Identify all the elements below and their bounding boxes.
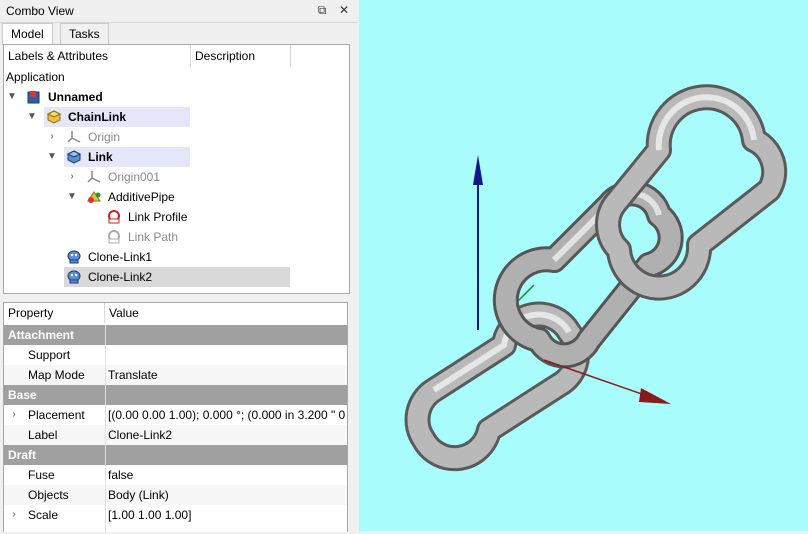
prop-row-objects[interactable]: Objects Body (Link): [4, 485, 347, 505]
x-axis-arrowhead: [639, 388, 671, 404]
sketch-icon: [106, 209, 122, 225]
z-axis-arrowhead: [473, 155, 483, 185]
3d-viewport[interactable]: [359, 0, 808, 531]
tree-header-description[interactable]: Description: [191, 45, 291, 67]
float-dock-button[interactable]: ⧉: [314, 2, 330, 18]
prop-key: Objects: [28, 488, 69, 502]
prop-column-divider: [105, 325, 106, 532]
prop-key: Support: [28, 348, 71, 362]
tree-item-origin001[interactable]: Origin001: [108, 167, 160, 187]
prop-header-property[interactable]: Property: [4, 303, 105, 323]
prop-key: Map Mode: [28, 368, 85, 382]
prop-row-support[interactable]: Support: [4, 345, 347, 365]
prop-row-map-mode[interactable]: Map Mode Translate: [4, 365, 347, 385]
close-dock-button[interactable]: ✕: [336, 2, 352, 18]
prop-header-value[interactable]: Value: [105, 303, 347, 323]
tree-item-clone-link2[interactable]: Clone-Link2: [88, 267, 152, 287]
prop-key: Label: [28, 428, 58, 442]
combo-view-titlebar: Combo View ⧉ ✕: [0, 0, 358, 23]
expand-arrow-scale[interactable]: ›: [8, 505, 20, 525]
tree-item-link[interactable]: Link: [88, 147, 113, 167]
expand-arrow-unnamed[interactable]: ▼: [6, 87, 18, 107]
expand-arrow-origin[interactable]: ›: [46, 127, 58, 147]
expand-arrow-link[interactable]: ▼: [46, 147, 58, 167]
prop-key: Fuse: [28, 468, 55, 482]
prop-value[interactable]: false: [108, 465, 346, 485]
origin-icon: [66, 129, 82, 145]
expand-arrow-origin001[interactable]: ›: [66, 167, 78, 187]
tree-item-additivepipe[interactable]: AdditivePipe: [108, 187, 175, 207]
expand-arrow-additivepipe[interactable]: ▼: [66, 187, 78, 207]
expand-arrow-chainlink[interactable]: ▼: [26, 107, 38, 127]
prop-row-fuse[interactable]: Fuse false: [4, 465, 347, 485]
prop-value[interactable]: Body (Link): [108, 485, 346, 505]
tree-item-origin[interactable]: Origin: [88, 127, 120, 147]
model-tree: Labels & Attributes Description Applicat…: [3, 44, 350, 294]
sketch-icon: [106, 229, 122, 245]
property-view: Property Value Attachment Support Map Mo…: [3, 302, 348, 532]
prop-group-attachment[interactable]: Attachment: [4, 325, 347, 345]
tree-root-application: Application: [6, 70, 65, 84]
prop-value[interactable]: Translate: [108, 365, 346, 385]
chain-link-upper[interactable]: [595, 84, 788, 301]
tab-model[interactable]: Model: [2, 23, 53, 45]
prop-group-draft[interactable]: Draft: [4, 445, 347, 465]
prop-key: Placement: [28, 408, 85, 422]
prop-value[interactable]: [(0.00 0.00 1.00); 0.000 °; (0.000 in 3.…: [108, 405, 346, 425]
prop-value[interactable]: [1.00 1.00 1.00]: [108, 505, 346, 525]
tree-item-link-path[interactable]: Link Path: [128, 227, 178, 247]
chain-link-lower[interactable]: [404, 301, 591, 472]
prop-row-placement[interactable]: › Placement [(0.00 0.00 1.00); 0.000 °; …: [4, 405, 347, 425]
prop-value[interactable]: Clone-Link2: [108, 425, 346, 445]
clone-icon: [66, 269, 82, 285]
origin-icon: [86, 169, 102, 185]
part-icon: [46, 109, 62, 125]
scene-canvas[interactable]: [359, 0, 808, 531]
tree-item-link-profile[interactable]: Link Profile: [128, 207, 187, 227]
tree-item-chainlink[interactable]: ChainLink: [68, 107, 126, 127]
prop-row-label[interactable]: Label Clone-Link2: [4, 425, 347, 445]
prop-row-scale[interactable]: › Scale [1.00 1.00 1.00]: [4, 505, 347, 525]
additive-pipe-icon: [86, 189, 102, 205]
tab-tasks[interactable]: Tasks: [60, 23, 109, 44]
clone-icon: [66, 249, 82, 265]
document-icon: [26, 89, 42, 105]
prop-key: Scale: [28, 508, 59, 522]
combo-view-title: Combo View: [6, 4, 74, 18]
tree-item-unnamed[interactable]: Unnamed: [48, 87, 103, 107]
prop-group-base[interactable]: Base: [4, 385, 347, 405]
body-icon: [66, 149, 82, 165]
expand-arrow-placement[interactable]: ›: [8, 405, 20, 425]
tree-item-link-row[interactable]: [64, 147, 190, 167]
tab-bar: Model Tasks: [0, 23, 358, 45]
combo-view-panel: Combo View ⧉ ✕ Model Tasks Labels & Attr…: [0, 0, 358, 532]
tree-header-labels[interactable]: Labels & Attributes: [4, 45, 191, 67]
tree-item-clone-link1[interactable]: Clone-Link1: [88, 247, 152, 267]
